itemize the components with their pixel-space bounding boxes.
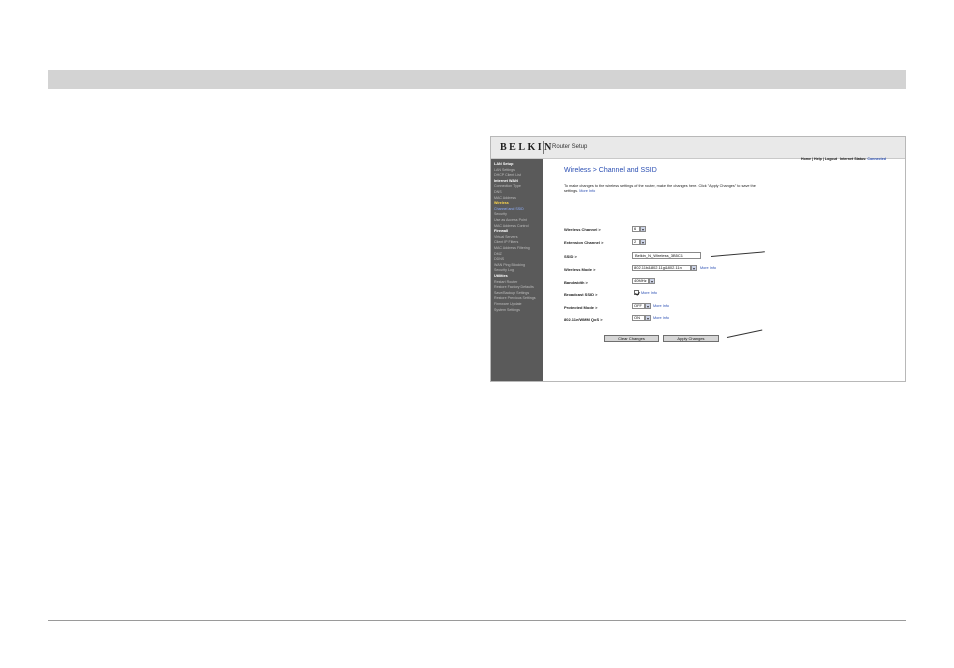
qos-more-info[interactable]: More Info [653, 316, 669, 320]
broadcast-ssid-label: Broadcast SSID > [564, 292, 598, 297]
sidebar-item[interactable]: DMZ [494, 252, 502, 256]
sidebar-item[interactable]: Restart Router [494, 280, 517, 284]
chevron-down-icon[interactable] [640, 239, 646, 245]
chevron-down-icon[interactable] [645, 303, 651, 309]
sidebar-item[interactable]: Client IP Filters [494, 240, 518, 244]
chevron-down-icon[interactable] [645, 315, 651, 321]
sidebar-nav: LAN Setup LAN Settings DHCP Client List Int… [491, 159, 543, 381]
sidebar-item[interactable]: MAC Address Control [494, 224, 529, 228]
broadcast-ssid-more-info[interactable]: More Info [641, 291, 657, 295]
main-content: Wireless > Channel and SSID To make chan… [543, 159, 905, 381]
ssid-label: SSID > [564, 254, 577, 259]
protected-mode-select[interactable]: OFF [632, 303, 645, 309]
header-divider [543, 141, 544, 154]
sidebar-item[interactable]: Save/Backup Settings [494, 291, 529, 295]
router-header: BELKIN Router Setup [491, 137, 905, 159]
chevron-down-icon[interactable] [691, 265, 697, 271]
broadcast-ssid-checkbox[interactable] [634, 290, 639, 295]
belkin-logo: BELKIN [500, 142, 554, 153]
sidebar-item[interactable]: Firmware Update [494, 302, 522, 306]
wireless-mode-label: Wireless Mode > [564, 267, 596, 272]
router-screenshot: BELKIN Router Setup Home | Help | Logout… [490, 136, 906, 382]
sidebar-item[interactable]: Use as Access Point [494, 218, 527, 222]
sidebar-item[interactable]: MAC Address [494, 196, 516, 200]
wireless-channel-label: Wireless Channel > [564, 227, 601, 232]
sidebar-section-header: Firewall [494, 229, 509, 234]
sidebar-item[interactable]: Restore Factory Defaults [494, 285, 534, 289]
sidebar-item[interactable]: Security [494, 212, 507, 216]
ssid-callout-line [710, 251, 765, 257]
chevron-down-icon[interactable] [640, 226, 646, 232]
sidebar-section-header: Utilities [494, 274, 508, 278]
page-title: Wireless > Channel and SSID [564, 167, 657, 174]
wireless-channel-select[interactable]: 6 [632, 226, 640, 232]
header-band [48, 70, 906, 89]
sidebar-section-header: Internet WAN [494, 178, 518, 183]
wireless-mode-more-info[interactable]: More Info [700, 266, 716, 270]
sidebar-item[interactable]: MAC Address Filtering [494, 246, 530, 250]
qos-select[interactable]: ON [632, 315, 645, 321]
more-info-link[interactable]: More Info [579, 189, 595, 193]
ssid-input[interactable]: Belkin_N_Wireless_3B5C1 [632, 252, 701, 259]
sidebar-item[interactable]: System Settings [494, 308, 520, 312]
sidebar-item[interactable]: Connection Type [494, 184, 521, 188]
sidebar-item[interactable]: LAN Settings [494, 168, 515, 172]
sidebar-item[interactable]: Channel and SSID [494, 207, 524, 211]
extension-channel-select[interactable]: 2 [632, 239, 640, 245]
sidebar-item[interactable]: Restore Previous Settings [494, 296, 536, 300]
wireless-mode-select[interactable]: 802.11b&802.11g&802.11n [632, 265, 691, 271]
clear-changes-button[interactable]: Clear Changes [604, 335, 659, 342]
bandwidth-select[interactable]: 40MHz [632, 278, 649, 284]
qos-label: 802.11e/WMM QoS > [564, 317, 603, 322]
sidebar-item[interactable]: DHCP Client List [494, 173, 521, 177]
apply-changes-button[interactable]: Apply Changes [663, 335, 719, 342]
protected-mode-label: Protected Mode > [564, 305, 598, 310]
sidebar-item[interactable]: Security Log [494, 268, 514, 272]
footer-rule [48, 620, 906, 621]
sidebar-item[interactable]: WAN Ping Blocking [494, 263, 525, 267]
chevron-down-icon[interactable] [649, 278, 655, 284]
sidebar-item[interactable]: Wireless [494, 201, 509, 205]
sidebar-item[interactable]: DNS [494, 190, 502, 194]
app-title: Router Setup [552, 144, 588, 150]
sidebar-section-header: LAN Setup [494, 162, 514, 166]
extension-channel-label: Extension Channel > [564, 240, 604, 245]
sidebar-item[interactable]: DDNS [494, 257, 504, 261]
bandwidth-label: Bandwidth > [564, 280, 588, 285]
intro-text: To make changes to the wireless settings… [564, 184, 756, 194]
protected-mode-more-info[interactable]: More Info [653, 304, 669, 308]
sidebar-item[interactable]: Virtual Servers [494, 235, 518, 239]
apply-callout-line [726, 329, 763, 338]
